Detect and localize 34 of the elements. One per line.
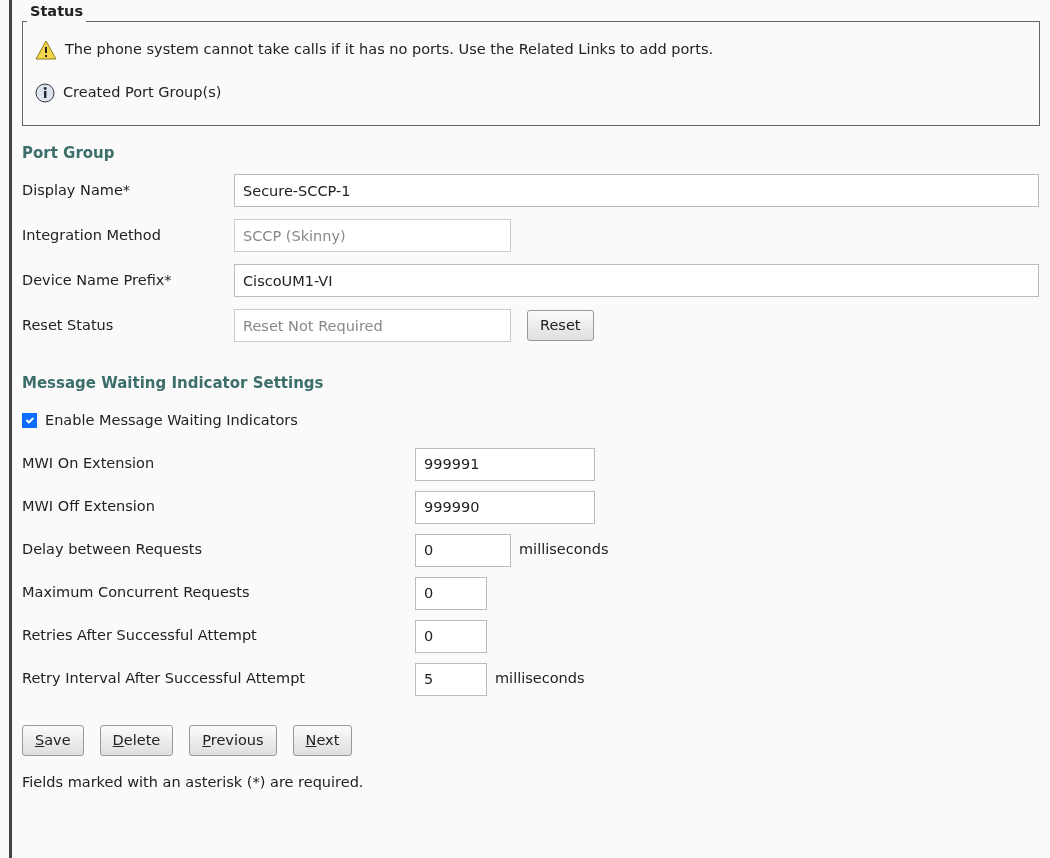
input-field[interactable]: 999990 xyxy=(415,490,595,524)
field-label: Display Name* xyxy=(22,180,132,200)
action-button[interactable]: Previous xyxy=(189,724,277,757)
unit-label: milliseconds xyxy=(519,540,609,560)
action-button[interactable]: Next xyxy=(292,724,353,757)
status-message: Created Port Group(s) xyxy=(63,83,222,103)
field-label: MWI Off Extension xyxy=(22,497,156,517)
input-field[interactable]: 0 xyxy=(415,576,487,610)
checkbox[interactable] xyxy=(22,413,37,428)
field-label: Integration Method xyxy=(22,225,162,245)
field-label: Device Name Prefix* xyxy=(22,270,173,290)
field-label: MWI On Extension xyxy=(22,454,156,474)
input-field[interactable]: 0 xyxy=(415,619,487,653)
footer-note: Fields marked with an asterisk (*) are required. xyxy=(22,773,365,793)
input-field[interactable]: Secure-SCCP-1 xyxy=(234,174,1039,207)
field-label: Retry Interval After Successful Attempt xyxy=(22,669,307,689)
status-message: The phone system cannot take calls if it has no ports. Use the Related Links to add ports. xyxy=(65,40,714,60)
input-field[interactable]: 999991 xyxy=(415,447,595,481)
field-label: Reset Status xyxy=(22,315,115,335)
section-title: Port Group xyxy=(22,142,116,164)
action-button[interactable]: Save xyxy=(22,724,84,757)
input-field[interactable]: 0 xyxy=(415,533,511,567)
unit-label: milliseconds xyxy=(495,669,585,689)
info-icon xyxy=(35,83,55,103)
field-label: Retries After Successful Attempt xyxy=(22,626,258,646)
input-field[interactable]: 5 xyxy=(415,662,487,696)
action-button[interactable]: Delete xyxy=(99,724,174,757)
warning-icon xyxy=(35,40,57,60)
section-title: Status xyxy=(29,4,85,19)
checkbox-label: Enable Message Waiting Indicators xyxy=(45,410,298,430)
section-title: Message Waiting Indicator Settings xyxy=(22,373,325,394)
input-field[interactable]: CiscoUM1-VI xyxy=(234,264,1039,297)
field-label: Maximum Concurrent Requests xyxy=(22,583,251,603)
field-label: Delay between Requests xyxy=(22,540,203,560)
